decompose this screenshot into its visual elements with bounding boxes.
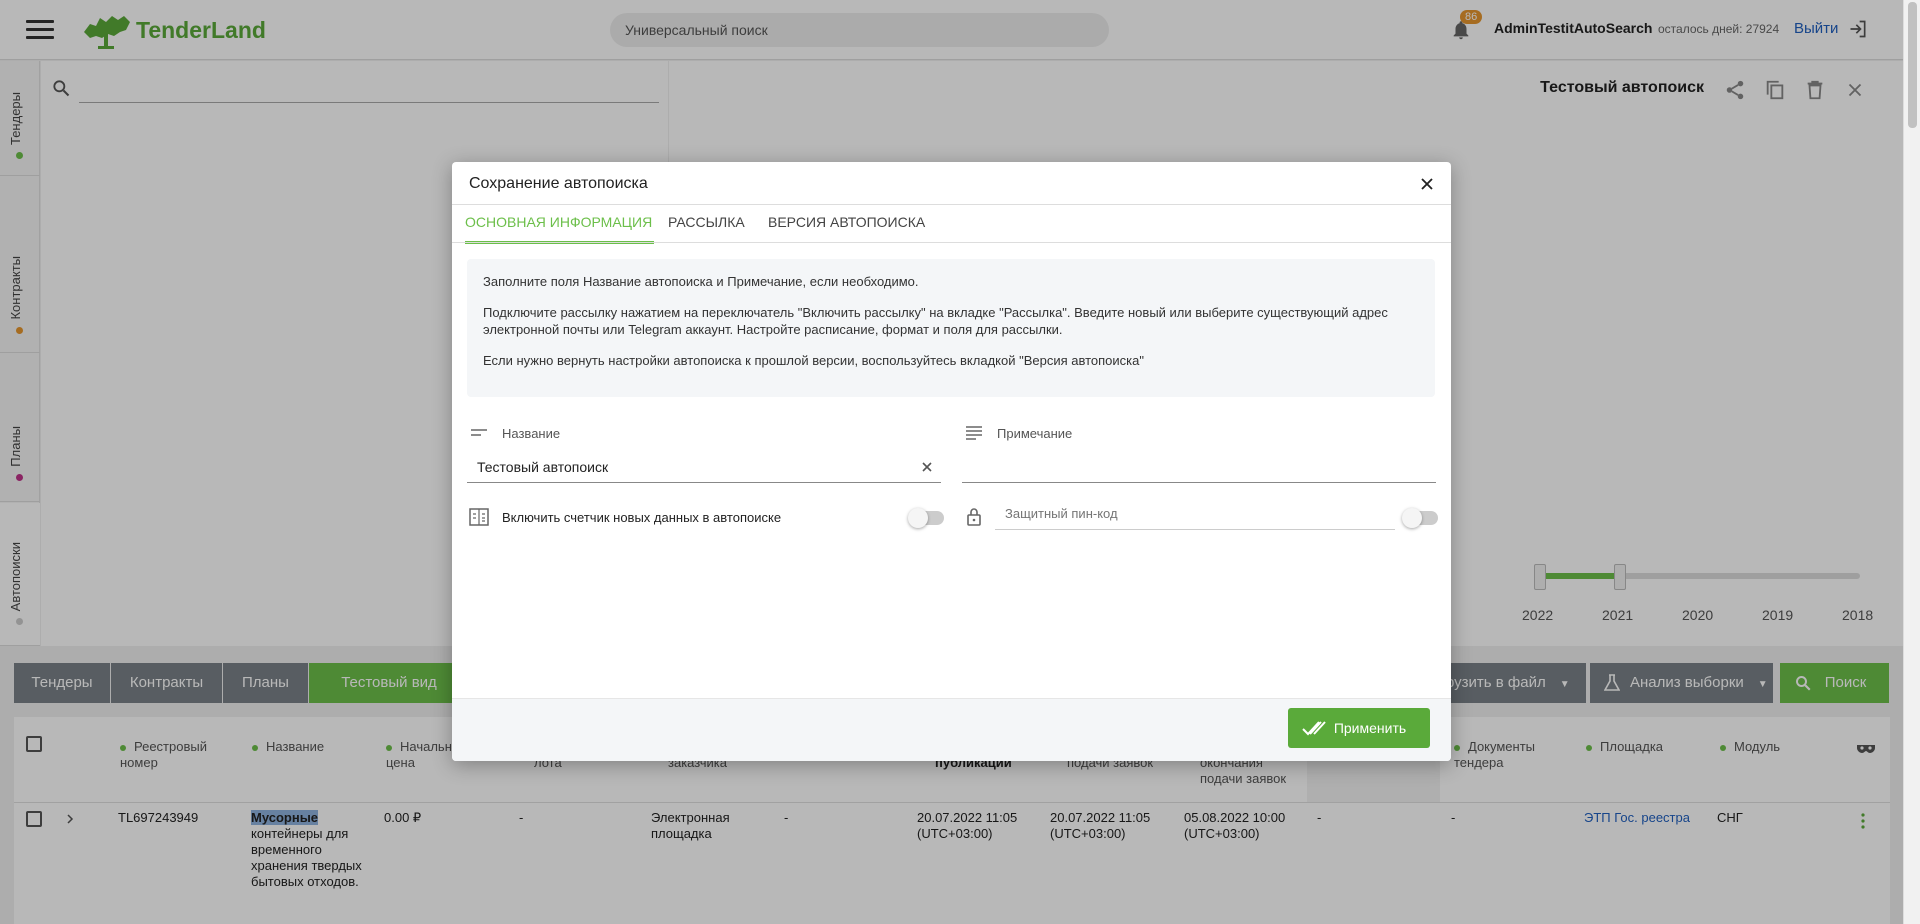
lock-icon <box>967 508 981 526</box>
name-label: Название <box>502 426 561 441</box>
apply-button[interactable]: Применить <box>1288 708 1430 748</box>
info-box: Заполните поля Название автопоиска и При… <box>467 259 1435 397</box>
notes-icon <box>966 426 982 440</box>
close-icon[interactable] <box>1417 174 1437 194</box>
toggle-knob <box>908 508 928 528</box>
apply-label: Применить <box>1333 720 1407 736</box>
info-text: Заполните поля Название автопоиска и При… <box>483 274 919 289</box>
counter-toggle[interactable] <box>908 508 944 528</box>
save-autosearch-dialog: Сохранение автопоиска Основная информаци… <box>452 162 1451 761</box>
double-check-icon <box>1302 721 1326 736</box>
counter-label: Включить счетчик новых данных в автопоис… <box>502 510 782 525</box>
pin-toggle[interactable] <box>1402 508 1438 528</box>
toggle-knob <box>1402 508 1422 528</box>
info-text: Если нужно вернуть настройки автопоиска … <box>483 353 1144 368</box>
dialog-footer: Применить <box>452 698 1451 761</box>
tab-mailing[interactable]: Рассылка <box>668 214 745 244</box>
name-input[interactable] <box>467 451 941 483</box>
short-text-icon <box>471 429 487 436</box>
scrollbar-thumb[interactable] <box>1908 2 1917 128</box>
tabs-divider <box>452 242 1451 243</box>
info-text: Подключите рассылку нажатием на переключ… <box>483 305 1388 337</box>
tab-main-info[interactable]: Основная информация <box>465 214 655 244</box>
counter-icon <box>469 508 489 526</box>
tab-autosearch-version[interactable]: Версия автопоиска <box>768 214 925 244</box>
note-label: Примечание <box>997 426 1073 441</box>
dialog-title: Сохранение автопоиска <box>469 175 648 192</box>
page-scrollbar[interactable] <box>1903 0 1920 924</box>
pin-code-input[interactable] <box>995 498 1395 530</box>
header-divider <box>452 204 1451 205</box>
note-input[interactable] <box>962 451 1436 483</box>
clear-icon[interactable] <box>920 460 934 474</box>
